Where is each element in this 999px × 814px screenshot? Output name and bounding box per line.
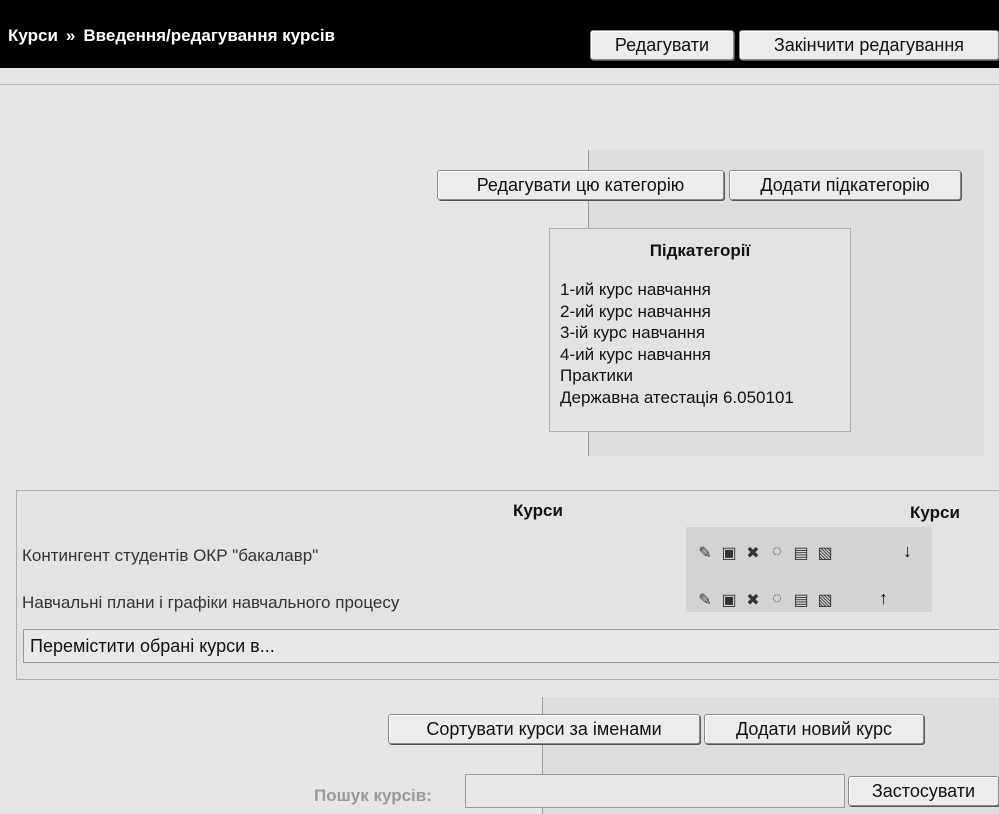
restore-icon[interactable]: ▧: [817, 543, 833, 563]
course-actions: ✎ ▣ ✖ ◌ ▤ ▧: [697, 590, 833, 610]
divider: [0, 84, 999, 85]
course-link[interactable]: Контингент студентів ОКР "бакалавр": [22, 546, 318, 566]
enrol-icon[interactable]: ▣: [721, 543, 737, 563]
search-label: Пошук курсів:: [314, 786, 432, 805]
navbar: Курси » Введення/редагування курсів Редагу…: [0, 0, 999, 68]
edit-button[interactable]: Редагувати: [590, 30, 734, 60]
sort-courses-button[interactable]: Сортувати курси за іменами: [388, 714, 700, 744]
restore-icon[interactable]: ▧: [817, 590, 833, 610]
enrol-icon[interactable]: ▣: [721, 590, 737, 610]
search-input[interactable]: [465, 774, 845, 808]
move-courses-select[interactable]: Перемістити обрані курси в...: [23, 629, 999, 663]
hide-icon[interactable]: ◌: [769, 543, 785, 563]
edit-category-button[interactable]: Редагувати цю категорію: [437, 170, 724, 200]
search-apply-button[interactable]: Застосувати: [848, 776, 999, 806]
edit-icon[interactable]: ✎: [697, 543, 713, 563]
subcategories-box: Підкатегорії 1-ий курс навчання 2-ий кур…: [549, 228, 851, 432]
backup-icon[interactable]: ▤: [793, 590, 809, 610]
subcategory-link[interactable]: 3-ій курс навчання: [560, 322, 794, 344]
breadcrumb-current: Введення/редагування курсів: [83, 26, 335, 45]
course-link[interactable]: Навчальні плани і графіки навчального пр…: [22, 593, 399, 613]
subcategory-link[interactable]: 4-ий курс навчання: [560, 344, 794, 366]
backup-icon[interactable]: ▤: [793, 543, 809, 563]
finish-editing-button[interactable]: Закінчити редагування: [739, 30, 999, 60]
hide-icon[interactable]: ◌: [769, 590, 785, 610]
subcategory-link[interactable]: 2-ий курс навчання: [560, 301, 794, 323]
courses-column-header: Курси: [513, 501, 563, 520]
add-course-button[interactable]: Додати новий курс: [704, 714, 924, 744]
course-actions: ✎ ▣ ✖ ◌ ▤ ▧: [697, 543, 833, 563]
subcategory-link[interactable]: Державна атестація 6.050101: [560, 387, 794, 409]
breadcrumb-separator: »: [65, 26, 76, 45]
courses-actions-header: Курси: [910, 503, 960, 522]
courses-table: Курси Курси Контингент студентів ОКР "ба…: [16, 490, 999, 680]
delete-icon[interactable]: ✖: [745, 543, 761, 563]
subcategory-link[interactable]: 1-ий курс навчання: [560, 279, 794, 301]
subcategories-list: 1-ий курс навчання 2-ий курс навчання 3-…: [560, 279, 794, 408]
breadcrumb: Курси » Введення/редагування курсів: [8, 26, 335, 46]
delete-icon[interactable]: ✖: [745, 590, 761, 610]
subcategories-title: Підкатегорії: [649, 241, 751, 260]
subcategory-link[interactable]: Практики: [560, 365, 794, 387]
add-subcategory-button[interactable]: Додати підкатегорію: [729, 170, 961, 200]
move-up-icon[interactable]: ↑: [879, 588, 888, 609]
move-down-icon[interactable]: ↓: [903, 541, 912, 562]
breadcrumb-root[interactable]: Курси: [8, 26, 58, 45]
edit-icon[interactable]: ✎: [697, 590, 713, 610]
